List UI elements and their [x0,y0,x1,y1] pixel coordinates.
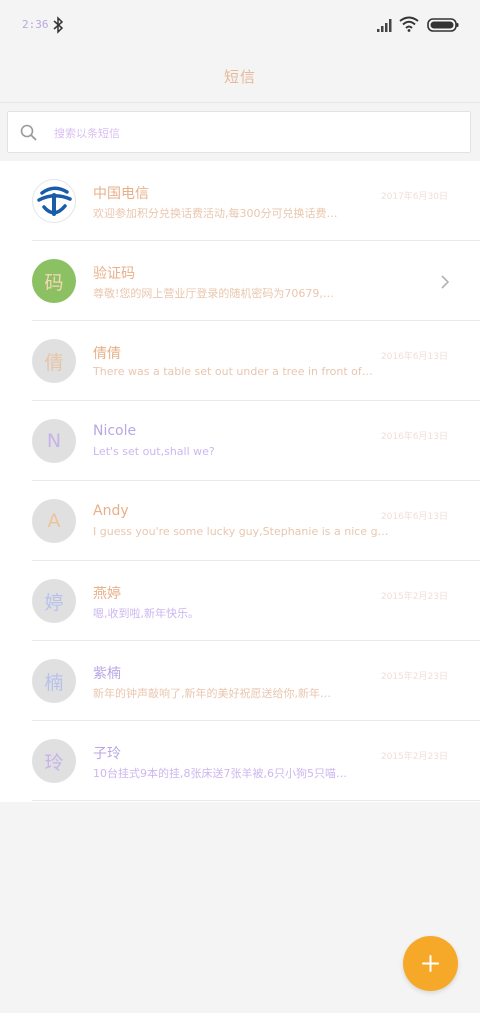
message-snippet: There was a table set out under a tree i… [93,365,373,378]
message-date: 2016年6月13日 [380,352,448,362]
search-box[interactable] [7,111,471,153]
conversation-item[interactable]: 楠 紫楠 2015年2月23日 新年的钟声敲响了,新年的美好祝愿送给你,新年… [0,641,480,721]
contact-name: Nicole [93,423,137,439]
search-icon [20,124,37,141]
wifi-icon [399,16,419,32]
conversation-item[interactable]: A Andy 2016年6月13日 I guess you're some lu… [0,481,480,561]
avatar [32,179,76,223]
contact-name: 倩倩 [93,346,121,362]
conversation-item[interactable]: 玲 子玲 2015年2月23日 10台挂式9本的挂,8张床送7张羊被,6只小狗5… [0,721,480,801]
china-telecom-logo-icon [37,186,72,216]
avatar: N [32,419,76,463]
contact-name: Andy [93,503,129,519]
avatar: 楠 [32,659,76,703]
message-date: 2015年2月23日 [380,752,448,762]
divider [32,800,480,801]
new-message-button[interactable] [403,936,458,991]
contact-name: 紫楠 [93,666,121,682]
message-snippet: 嗯,收到啦,新年快乐。 [93,607,199,620]
message-date: 2015年2月23日 [380,672,448,682]
message-snippet: 欢迎参加积分兑换话费活动,每300分可兑换话费… [93,207,338,220]
conversation-item[interactable]: 中国电信 2017年6月30日 欢迎参加积分兑换话费活动,每300分可兑换话费… [0,161,480,241]
avatar: A [32,499,76,543]
message-date: 2016年6月13日 [380,432,448,442]
avatar: 玲 [32,739,76,783]
conversation-item[interactable]: 码 验证码 尊敬!您的网上营业厅登录的随机密码为70679,… [0,241,480,321]
plus-icon [422,955,439,972]
message-date: 2017年6月30日 [380,192,448,202]
message-snippet: 尊敬!您的网上营业厅登录的随机密码为70679,… [93,287,334,300]
conversation-item[interactable]: 倩 倩倩 2016年6月13日 There was a table set ou… [0,321,480,401]
message-snippet: 新年的钟声敲响了,新年的美好祝愿送给你,新年… [93,687,331,700]
messages-screen: 2:36 短信 搜索以条短信 中国电信 2017年6月30日 欢迎参加积分兑换话… [0,0,480,1013]
message-snippet: 10台挂式9本的挂,8张床送7张羊被,6只小狗5只喵… [93,767,347,780]
status-bar: 2:36 [0,0,480,50]
contact-name: 燕婷 [93,586,121,602]
avatar: 码 [32,259,76,303]
battery-icon [427,18,459,32]
contact-name: 验证码 [93,266,135,282]
app-header: 短信 [0,50,480,102]
message-snippet: Let's set out,shall we? [93,445,215,458]
conversation-list: 中国电信 2017年6月30日 欢迎参加积分兑换话费活动,每300分可兑换话费…… [0,161,480,802]
message-date: 2015年2月23日 [380,592,448,602]
conversation-item[interactable]: N Nicole 2016年6月13日 Let's set out,shall … [0,401,480,481]
search-bar [0,102,480,161]
contact-name: 子玲 [93,746,121,762]
chevron-right-icon[interactable] [440,274,450,290]
message-date: 2016年6月13日 [380,512,448,522]
message-snippet: I guess you're some lucky guy,Stephanie … [93,525,389,538]
bluetooth-icon [53,16,64,34]
avatar: 倩 [32,339,76,383]
avatar: 婷 [32,579,76,623]
contact-name: 中国电信 [93,186,149,202]
conversation-item[interactable]: 婷 燕婷 2015年2月23日 嗯,收到啦,新年快乐。 [0,561,480,641]
search-input[interactable] [52,122,436,144]
signal-icon [377,19,392,32]
status-time: 2:36 [22,18,49,31]
page-title: 短信 [223,68,256,86]
